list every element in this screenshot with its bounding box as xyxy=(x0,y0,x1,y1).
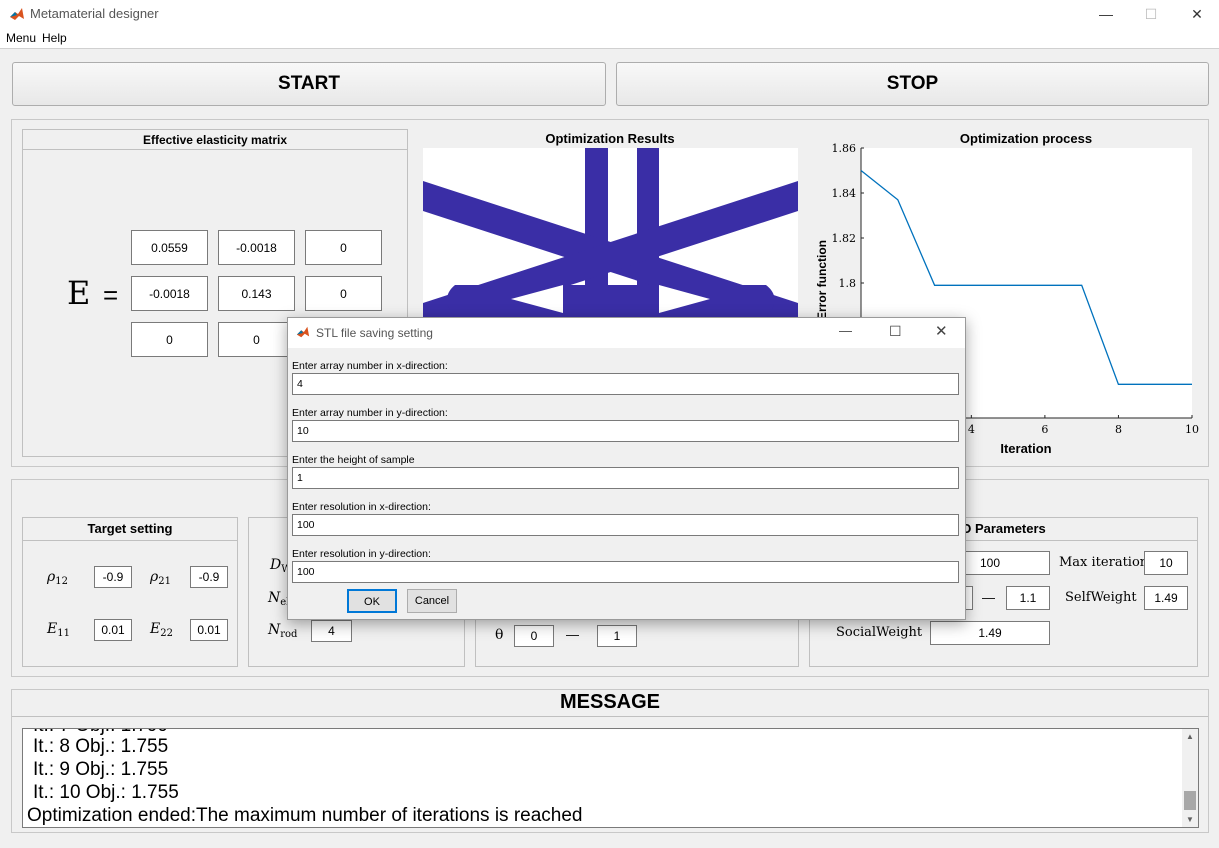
e-symbol: E xyxy=(67,274,91,312)
menu-item-menu[interactable]: Menu xyxy=(6,31,36,45)
e11-label: E11 xyxy=(47,621,70,639)
equals-sign: = xyxy=(103,280,119,310)
e22-label: E22 xyxy=(150,621,173,639)
y-tick-label: 1.86 xyxy=(832,142,857,155)
message-scrollbar[interactable]: ▲ ▼ xyxy=(1182,729,1198,827)
nrod-label: Nrod xyxy=(268,622,298,640)
social-weight-label: SocialWeight xyxy=(836,625,923,640)
scroll-down-icon[interactable]: ▼ xyxy=(1186,815,1194,824)
range-dash: — xyxy=(982,590,995,605)
scroll-up-icon[interactable]: ▲ xyxy=(1186,732,1194,741)
matrix-cell-22[interactable]: 0.143 xyxy=(218,276,295,311)
theta-min-input[interactable]: 0 xyxy=(514,625,554,647)
x-tick-label: 4 xyxy=(968,423,975,436)
elasticity-title: Effective elasticity matrix xyxy=(142,133,288,147)
dialog-maximize-button[interactable]: ☐ xyxy=(889,323,902,340)
rho21-input[interactable]: -0.9 xyxy=(190,566,228,588)
resolution-x-label: Enter resolution in x-direction: xyxy=(292,501,431,513)
scrollbar-thumb[interactable] xyxy=(1184,791,1196,810)
stop-button[interactable]: STOP xyxy=(616,62,1209,106)
minimize-button[interactable]: — xyxy=(1083,0,1129,28)
nrod-input[interactable]: 4 xyxy=(311,620,352,642)
range-dash: — xyxy=(566,627,579,642)
log-line: It.: 8 Obj.: 1.755 xyxy=(33,736,169,757)
e11-input[interactable]: 0.01 xyxy=(94,619,132,641)
matrix-cell-12[interactable]: -0.0018 xyxy=(218,230,295,265)
dialog-close-button[interactable]: ✕ xyxy=(935,322,948,340)
x-tick-label: 8 xyxy=(1115,423,1122,436)
log-line: Optimization ended:The maximum number of… xyxy=(27,805,583,826)
log-line: It.: 10 Obj.: 1.755 xyxy=(33,782,179,803)
matrix-cell-21[interactable]: -0.0018 xyxy=(131,276,208,311)
max-iteration-input[interactable]: 10 xyxy=(1144,551,1188,575)
matrix-cell-23[interactable]: 0 xyxy=(305,276,382,311)
title-bar: Metamaterial designer — ☐ ✕ xyxy=(0,0,1219,28)
y-tick-label: 1.82 xyxy=(832,232,857,245)
x-tick-label: 6 xyxy=(1041,423,1048,436)
matlab-icon xyxy=(9,6,25,22)
matlab-icon xyxy=(296,326,310,338)
y-axis-label: Error function xyxy=(815,240,829,320)
theta-max-input[interactable]: 1 xyxy=(597,625,637,647)
menu-item-help[interactable]: Help xyxy=(42,31,67,45)
matrix-cell-13[interactable]: 0 xyxy=(305,230,382,265)
theta-label: θ xyxy=(495,627,504,643)
close-button[interactable]: ✕ xyxy=(1174,0,1219,28)
rho21-label: ρ21 xyxy=(150,569,171,587)
y-tick-label: 1.8 xyxy=(839,277,857,290)
x-tick-label: 10 xyxy=(1185,423,1199,436)
rho12-label: ρ12 xyxy=(47,569,68,587)
message-log[interactable]: It.: 7 Obj.: 1.799 It.: 8 Obj.: 1.755 It… xyxy=(22,728,1199,828)
matrix-cell-32[interactable]: 0 xyxy=(218,322,295,357)
social-weight-input[interactable]: 1.49 xyxy=(930,621,1050,645)
dialog-minimize-button[interactable]: — xyxy=(839,323,852,338)
log-line: It.: 9 Obj.: 1.755 xyxy=(33,759,169,780)
results-title: Optimization Results xyxy=(545,131,675,146)
self-weight-input[interactable]: 1.49 xyxy=(1144,586,1188,610)
ok-button[interactable]: OK xyxy=(347,589,397,613)
target-title: Target setting xyxy=(87,521,173,536)
ring-band xyxy=(447,285,775,318)
divider xyxy=(23,540,237,541)
height-label: Enter the height of sample xyxy=(292,454,415,466)
start-button[interactable]: START xyxy=(12,62,606,106)
cancel-button[interactable]: Cancel xyxy=(407,589,457,613)
divider xyxy=(12,716,1208,717)
window-title: Metamaterial designer xyxy=(30,6,159,21)
rho12-input[interactable]: -0.9 xyxy=(94,566,132,588)
message-title: MESSAGE xyxy=(559,691,661,713)
maximize-button[interactable]: ☐ xyxy=(1128,0,1174,28)
dialog-title: STL file saving setting xyxy=(316,326,433,340)
resolution-y-label: Enter resolution in y-direction: xyxy=(292,548,431,560)
array-x-input[interactable]: 4 xyxy=(292,373,959,395)
y-tick-label: 1.84 xyxy=(832,187,857,200)
max-iteration-label: Max iteration xyxy=(1059,555,1149,570)
e22-input[interactable]: 0.01 xyxy=(190,619,228,641)
target-setting-panel: Target setting ρ12 -0.9 ρ21 -0.9 E11 0.0… xyxy=(22,517,238,667)
resolution-y-input[interactable]: 100 xyxy=(292,561,959,583)
array-x-label: Enter array number in x-direction: xyxy=(292,360,448,372)
resolution-x-input[interactable]: 100 xyxy=(292,514,959,536)
array-y-input[interactable]: 10 xyxy=(292,420,959,442)
self-weight-label: SelfWeight xyxy=(1065,590,1137,605)
matrix-cell-31[interactable]: 0 xyxy=(131,322,208,357)
x-axis-label: Iteration xyxy=(1000,441,1051,456)
inertia-max-input[interactable]: 1.1 xyxy=(1006,586,1050,610)
matrix-cell-11[interactable]: 0.0559 xyxy=(131,230,208,265)
stl-settings-dialog: STL file saving setting — ☐ ✕ Enter arra… xyxy=(287,317,966,620)
height-input[interactable]: 1 xyxy=(292,467,959,489)
dialog-title-bar: STL file saving setting — ☐ ✕ xyxy=(288,318,965,348)
menu-bar: Menu Help xyxy=(0,28,1219,49)
divider xyxy=(23,149,407,150)
array-y-label: Enter array number in y-direction: xyxy=(292,407,448,419)
structure-plot xyxy=(423,148,798,318)
